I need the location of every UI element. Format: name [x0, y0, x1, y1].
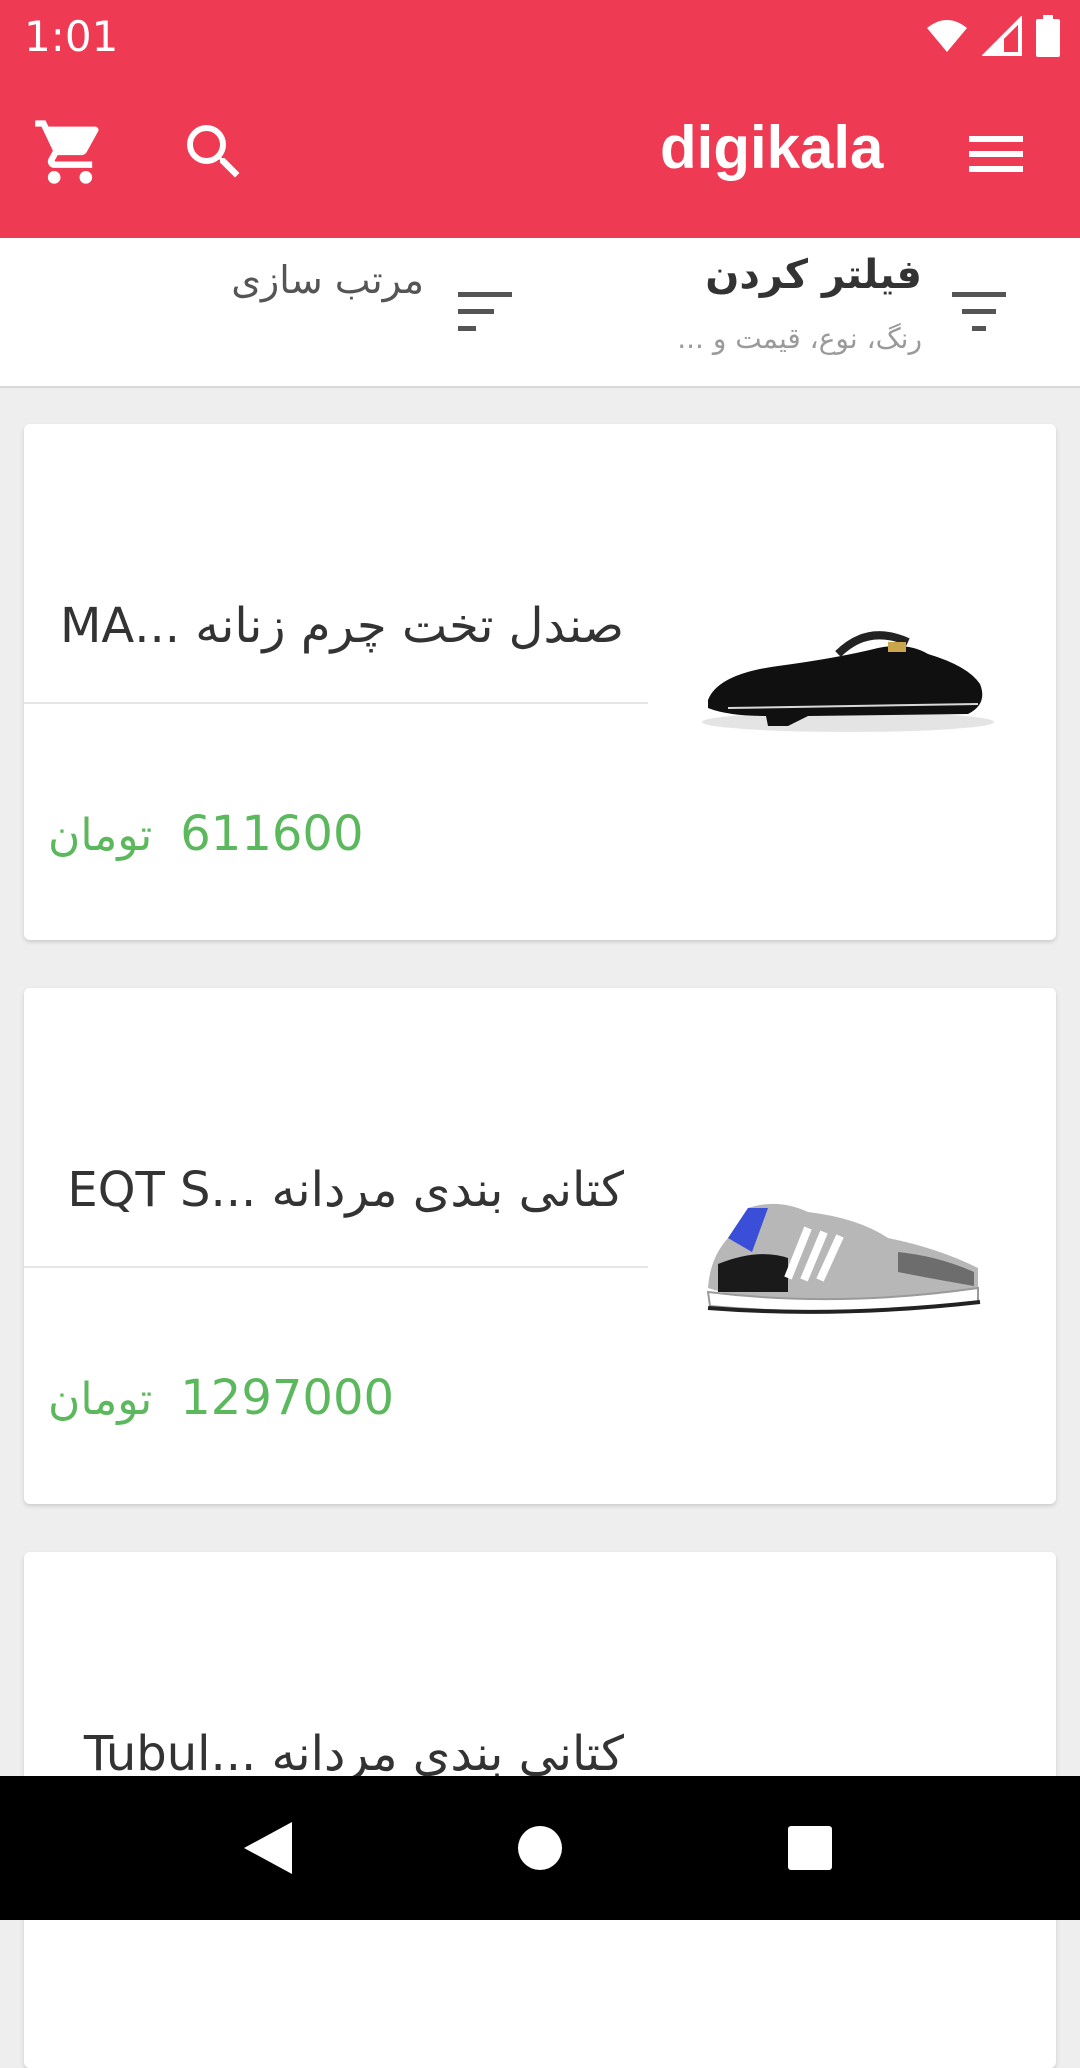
- recents-icon[interactable]: [776, 1814, 844, 1882]
- cart-icon: [35, 120, 99, 184]
- home-icon[interactable]: [506, 1814, 574, 1882]
- menu-button[interactable]: [960, 118, 1032, 190]
- wifi-icon: [927, 20, 967, 52]
- sort-icon: [458, 292, 512, 331]
- product-title: کتانی بندی مردانه ...EQT S: [67, 1162, 624, 1218]
- back-icon[interactable]: [232, 1814, 300, 1882]
- product-title: کتانی بندی مردانه ...Tubul: [83, 1726, 624, 1782]
- product-card[interactable]: صندل تخت چرم زنانه ...MA تومان 611600: [24, 424, 1056, 940]
- search-button[interactable]: [178, 116, 250, 188]
- sort-title: مرتب سازی: [231, 258, 424, 302]
- product-price: تومان 611600: [48, 806, 364, 862]
- product-card[interactable]: کتانی بندی مردانه ...EQT S تومان 1297000: [24, 988, 1056, 1504]
- product-price: تومان 1297000: [48, 1370, 394, 1426]
- app-bar: digikala: [0, 74, 1080, 238]
- product-title: صندل تخت چرم زنانه ...MA: [60, 598, 624, 654]
- navigation-bar: [0, 1776, 1080, 1920]
- price-value: 1297000: [180, 1370, 395, 1426]
- divider: [24, 1266, 648, 1268]
- filter-icon: [952, 292, 1006, 331]
- search-icon: [187, 125, 240, 178]
- divider: [24, 702, 648, 704]
- filter-title: فیلتر کردن: [705, 252, 922, 298]
- signal-icon: [982, 16, 1022, 56]
- product-image-sneaker: [706, 1203, 981, 1314]
- digikala-logo: digikala: [660, 110, 900, 190]
- battery-icon: [1036, 15, 1060, 57]
- filter-subtitle: رنگ، نوع، قیمت و ...: [677, 322, 922, 355]
- price-value: 611600: [180, 806, 364, 862]
- product-image-sandal: [702, 631, 994, 732]
- price-currency: تومان: [48, 1374, 153, 1425]
- menu-icon: [969, 136, 1023, 172]
- status-bar: 1:01: [0, 0, 1080, 74]
- status-icons: [926, 14, 1060, 58]
- logo-text: digikala: [660, 114, 884, 181]
- status-time: 1:01: [24, 12, 119, 61]
- filter-sort-bar: فیلتر کردن رنگ، نوع، قیمت و ... مرتب ساز…: [0, 238, 1080, 388]
- price-currency: تومان: [48, 810, 153, 861]
- cart-button[interactable]: [32, 114, 108, 190]
